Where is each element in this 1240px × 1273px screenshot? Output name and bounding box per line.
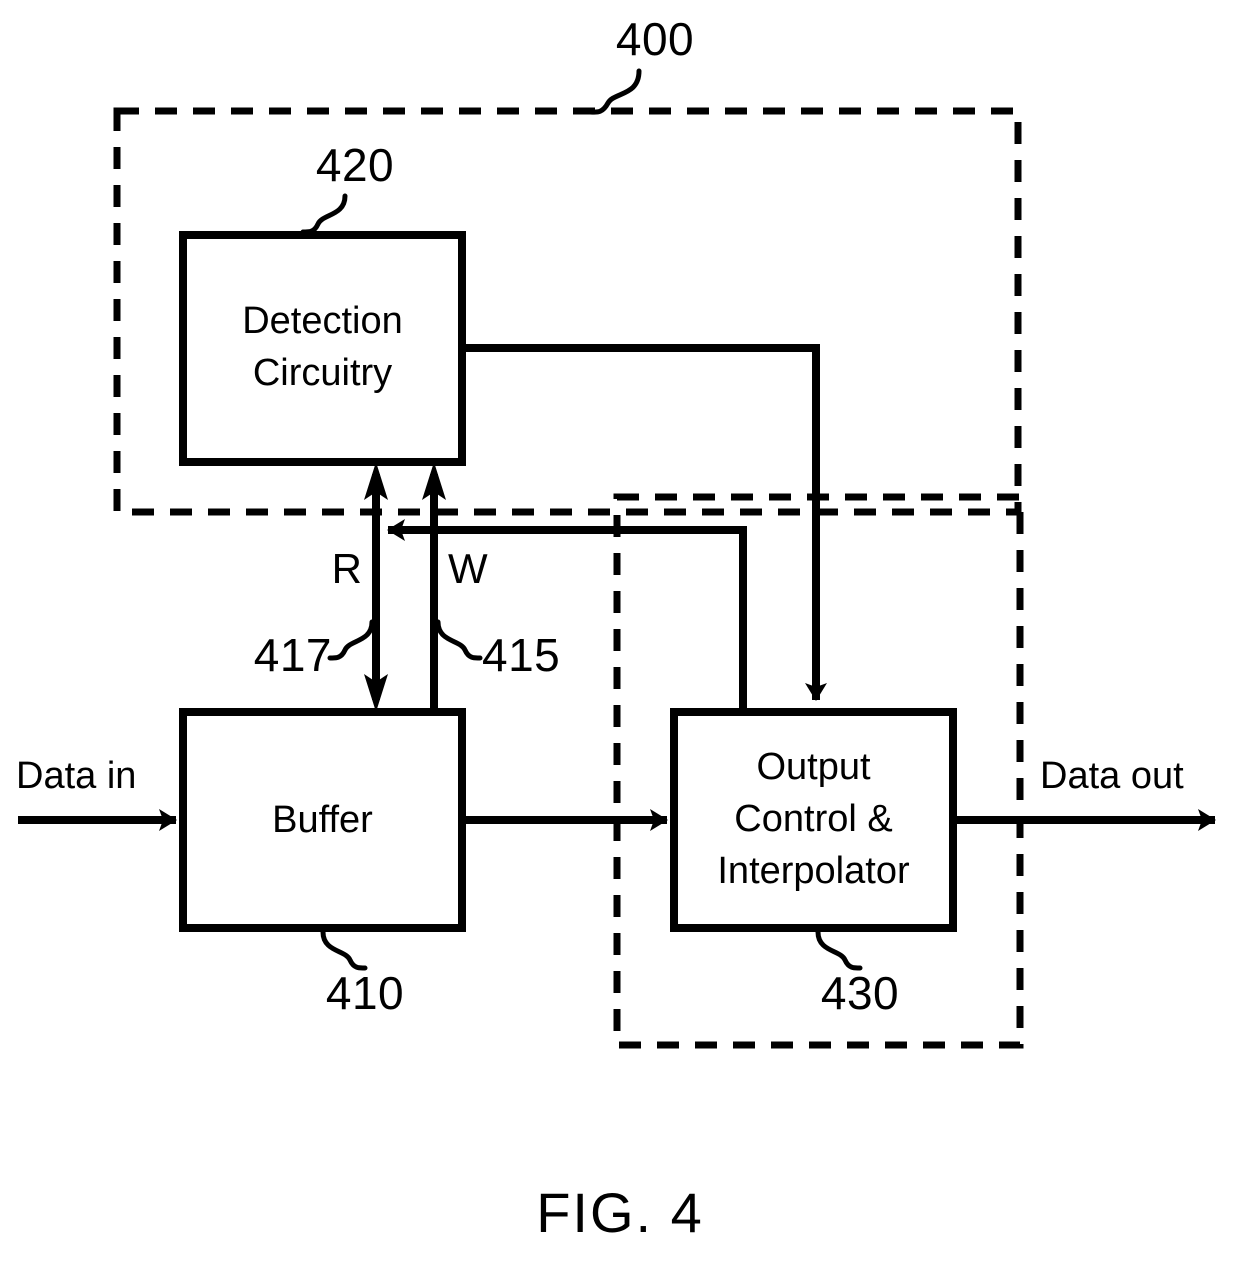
figure-line-art — [18, 68, 1216, 1049]
data-out-label: Data out — [1040, 755, 1184, 797]
leader-line-400 — [587, 68, 642, 115]
output-control-label-line1: Output — [756, 746, 871, 788]
write-bus-ref-415: 415 — [482, 629, 561, 681]
detection-circuitry-ref-420: 420 — [315, 139, 395, 191]
read-signal-label: R — [331, 545, 362, 592]
write-signal-label: W — [448, 545, 488, 592]
detection-circuitry-block[interactable] — [179, 231, 466, 466]
output-control-feedback-line — [387, 519, 747, 712]
leader-line-417 — [327, 619, 375, 661]
leader-line-410 — [320, 929, 368, 971]
leader-line-415 — [435, 619, 483, 661]
buffer-label: Buffer — [272, 799, 373, 841]
output-control-label-line3: Interpolator — [717, 850, 910, 892]
system-ref-400: 400 — [615, 13, 695, 65]
buffer-ref-410: 410 — [325, 967, 405, 1019]
detection-circuitry-label-line2: Circuitry — [252, 352, 393, 394]
output-control-ref-430: 430 — [820, 967, 900, 1019]
output-control-label-line2: Control & — [734, 798, 893, 840]
data-in-label: Data in — [16, 755, 137, 797]
read-bus-ref-417: 417 — [253, 629, 332, 681]
leader-line-420 — [300, 193, 348, 235]
leader-line-430 — [815, 929, 863, 971]
patent-figure: 400 420 Detection Circuitry R W 417 415 … — [0, 0, 1240, 1273]
figure-caption: FIG. 4 — [536, 1181, 704, 1244]
detection-circuitry-label-line1: Detection — [242, 300, 403, 342]
